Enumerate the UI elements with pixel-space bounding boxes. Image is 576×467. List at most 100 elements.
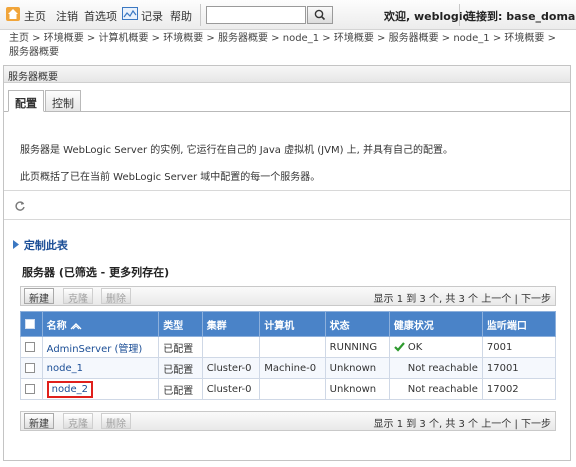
table-title: 服务器 (已筛选 - 更多列存在): [22, 266, 170, 279]
table-header-row: 名称 类型 集群 计算机 状态 健康状况 监听端口: [20, 311, 557, 337]
logout-link[interactable]: 注销: [56, 8, 78, 24]
divider: [4, 190, 570, 191]
table-toolbar-bottom: 新建 克隆 删除 显示 1 到 3 个, 共 3 个 上一个 | 下一步: [20, 411, 556, 431]
description-page: 此页概括了已在当前 WebLogic Server 域中配置的每一个服务器。: [20, 172, 321, 183]
divider: [4, 219, 570, 220]
server-link-node1[interactable]: node_1: [47, 363, 83, 374]
help-link[interactable]: 帮助: [170, 8, 192, 24]
cell-port: 17001: [481, 357, 557, 379]
server-link-adminserver[interactable]: AdminServer (管理): [47, 344, 143, 355]
breadcrumb-item[interactable]: 主页 >: [9, 33, 41, 44]
toolbar-divider: [200, 4, 201, 26]
table-row: node_2 已配置 Cluster-0 Unknown Not reachab…: [20, 378, 557, 400]
new-button[interactable]: 新建: [24, 288, 54, 305]
cell-state: Unknown: [324, 378, 390, 400]
servers-table: 名称 类型 集群 计算机 状态 健康状况 监听端口 AdminServer (管…: [20, 311, 557, 400]
cell-cluster: Cluster-0: [201, 357, 261, 379]
cell-port: 17002: [481, 378, 557, 400]
cell-port: 7001: [481, 336, 557, 358]
cell-type: 已配置: [158, 357, 203, 379]
search-icon: [314, 9, 326, 21]
cell-type: 已配置: [158, 336, 203, 358]
cell-machine: [259, 336, 326, 358]
column-header-cluster[interactable]: 集群: [201, 311, 261, 337]
customize-label: 定制此表: [23, 239, 68, 252]
column-header-name[interactable]: 名称: [41, 311, 160, 337]
breadcrumb-item[interactable]: 环境概要 >: [163, 33, 215, 44]
tab-control[interactable]: 控制: [45, 90, 81, 112]
toolbar-divider: [459, 4, 460, 26]
pagination: 显示 1 到 3 个, 共 3 个 上一个 | 下一步: [374, 415, 551, 430]
column-header-type[interactable]: 类型: [158, 311, 203, 337]
health-text: OK: [407, 341, 423, 353]
table-row: AdminServer (管理) 已配置 RUNNING OK 7001: [20, 336, 557, 358]
pagination-divider: |: [514, 294, 518, 305]
select-all-header[interactable]: [20, 311, 43, 337]
description-server: 服务器是 WebLogic Server 的实例, 它运行在自己的 Java 虚…: [20, 145, 454, 156]
refresh-icon[interactable]: [14, 200, 26, 212]
customize-table-link[interactable]: 定制此表: [12, 237, 68, 253]
column-header-state[interactable]: 状态: [324, 311, 390, 337]
record-link[interactable]: 记录: [141, 8, 163, 24]
server-link-node2[interactable]: node_2: [46, 380, 93, 398]
column-label: 名称: [46, 320, 67, 332]
prev-page-link[interactable]: 上一个: [481, 294, 511, 305]
breadcrumb-item[interactable]: 环境概要 >: [44, 33, 96, 44]
table-row: node_1 已配置 Cluster-0 Machine-0 Unknown N…: [20, 357, 557, 379]
cell-machine: [259, 378, 326, 400]
row-checkbox[interactable]: [25, 341, 35, 352]
welcome-text: 欢迎, weblogic: [384, 10, 469, 23]
breadcrumb: 主页 > 环境概要 > 计算机概要 > 环境概要 > 服务器概要 > node_…: [9, 32, 569, 60]
home-icon[interactable]: [6, 7, 20, 21]
column-header-machine[interactable]: 计算机: [259, 311, 326, 337]
column-header-health[interactable]: 健康状况: [388, 311, 483, 337]
next-page-link[interactable]: 下一步: [521, 419, 551, 430]
pagination: 显示 1 到 3 个, 共 3 个 上一个 | 下一步: [374, 290, 551, 305]
cell-health: Not reachable: [388, 378, 483, 400]
breadcrumb-item[interactable]: 环境概要 >: [504, 33, 556, 44]
cell-cluster: Cluster-0: [201, 378, 261, 400]
expand-arrow-icon: [13, 240, 19, 249]
breadcrumb-item[interactable]: 环境概要 >: [334, 33, 386, 44]
next-page-link[interactable]: 下一步: [521, 294, 551, 305]
delete-button[interactable]: 删除: [101, 413, 131, 430]
panel-title: 服务器概要: [4, 66, 570, 83]
top-navigation-bar: 主页 注销 首选项 记录 帮助 欢迎, weblogic 连接到: base_d…: [0, 0, 576, 30]
row-checkbox[interactable]: [25, 362, 35, 373]
table-toolbar-top: 新建 克隆 删除 显示 1 到 3 个, 共 3 个 上一个 | 下一步: [20, 286, 556, 306]
cell-state: RUNNING: [324, 336, 390, 358]
tab-configuration[interactable]: 配置: [8, 90, 44, 112]
breadcrumb-item[interactable]: node_1 >: [283, 33, 331, 44]
pagination-divider: |: [514, 419, 518, 430]
breadcrumb-item[interactable]: 服务器概要 >: [218, 33, 280, 44]
sort-ascending-icon[interactable]: [70, 322, 82, 330]
search-button[interactable]: [307, 6, 333, 24]
tab-divider: [4, 111, 570, 112]
server-summary-panel: 服务器概要 配置 控制 服务器是 WebLogic Server 的实例, 它运…: [3, 65, 571, 461]
breadcrumb-item[interactable]: node_1 >: [453, 33, 501, 44]
cell-type: 已配置: [158, 378, 203, 400]
clone-button[interactable]: 克隆: [63, 288, 93, 305]
clone-button[interactable]: 克隆: [63, 413, 93, 430]
checkmark-icon: [393, 341, 405, 352]
cell-cluster: [201, 336, 261, 358]
pagination-info: 显示 1 到 3 个, 共 3 个: [373, 294, 479, 305]
search-input[interactable]: [206, 6, 306, 24]
select-all-checkbox[interactable]: [25, 318, 35, 329]
cell-machine: Machine-0: [259, 357, 326, 379]
prev-page-link[interactable]: 上一个: [481, 419, 511, 430]
breadcrumb-item[interactable]: 计算机概要 >: [99, 33, 161, 44]
connection-info: 连接到: base_domain: [465, 10, 576, 23]
pagination-info: 显示 1 到 3 个, 共 3 个: [373, 419, 479, 430]
column-header-port[interactable]: 监听端口: [481, 311, 557, 337]
breadcrumb-current: 服务器概要: [9, 47, 59, 58]
new-button[interactable]: 新建: [24, 413, 54, 430]
breadcrumb-item[interactable]: 服务器概要 >: [389, 33, 451, 44]
cell-health: OK: [388, 336, 483, 358]
cell-state: Unknown: [324, 357, 390, 379]
delete-button[interactable]: 删除: [101, 288, 131, 305]
record-icon[interactable]: [122, 7, 138, 20]
preferences-link[interactable]: 首选项: [84, 8, 117, 24]
row-checkbox[interactable]: [25, 383, 35, 394]
home-link[interactable]: 主页: [24, 8, 46, 24]
